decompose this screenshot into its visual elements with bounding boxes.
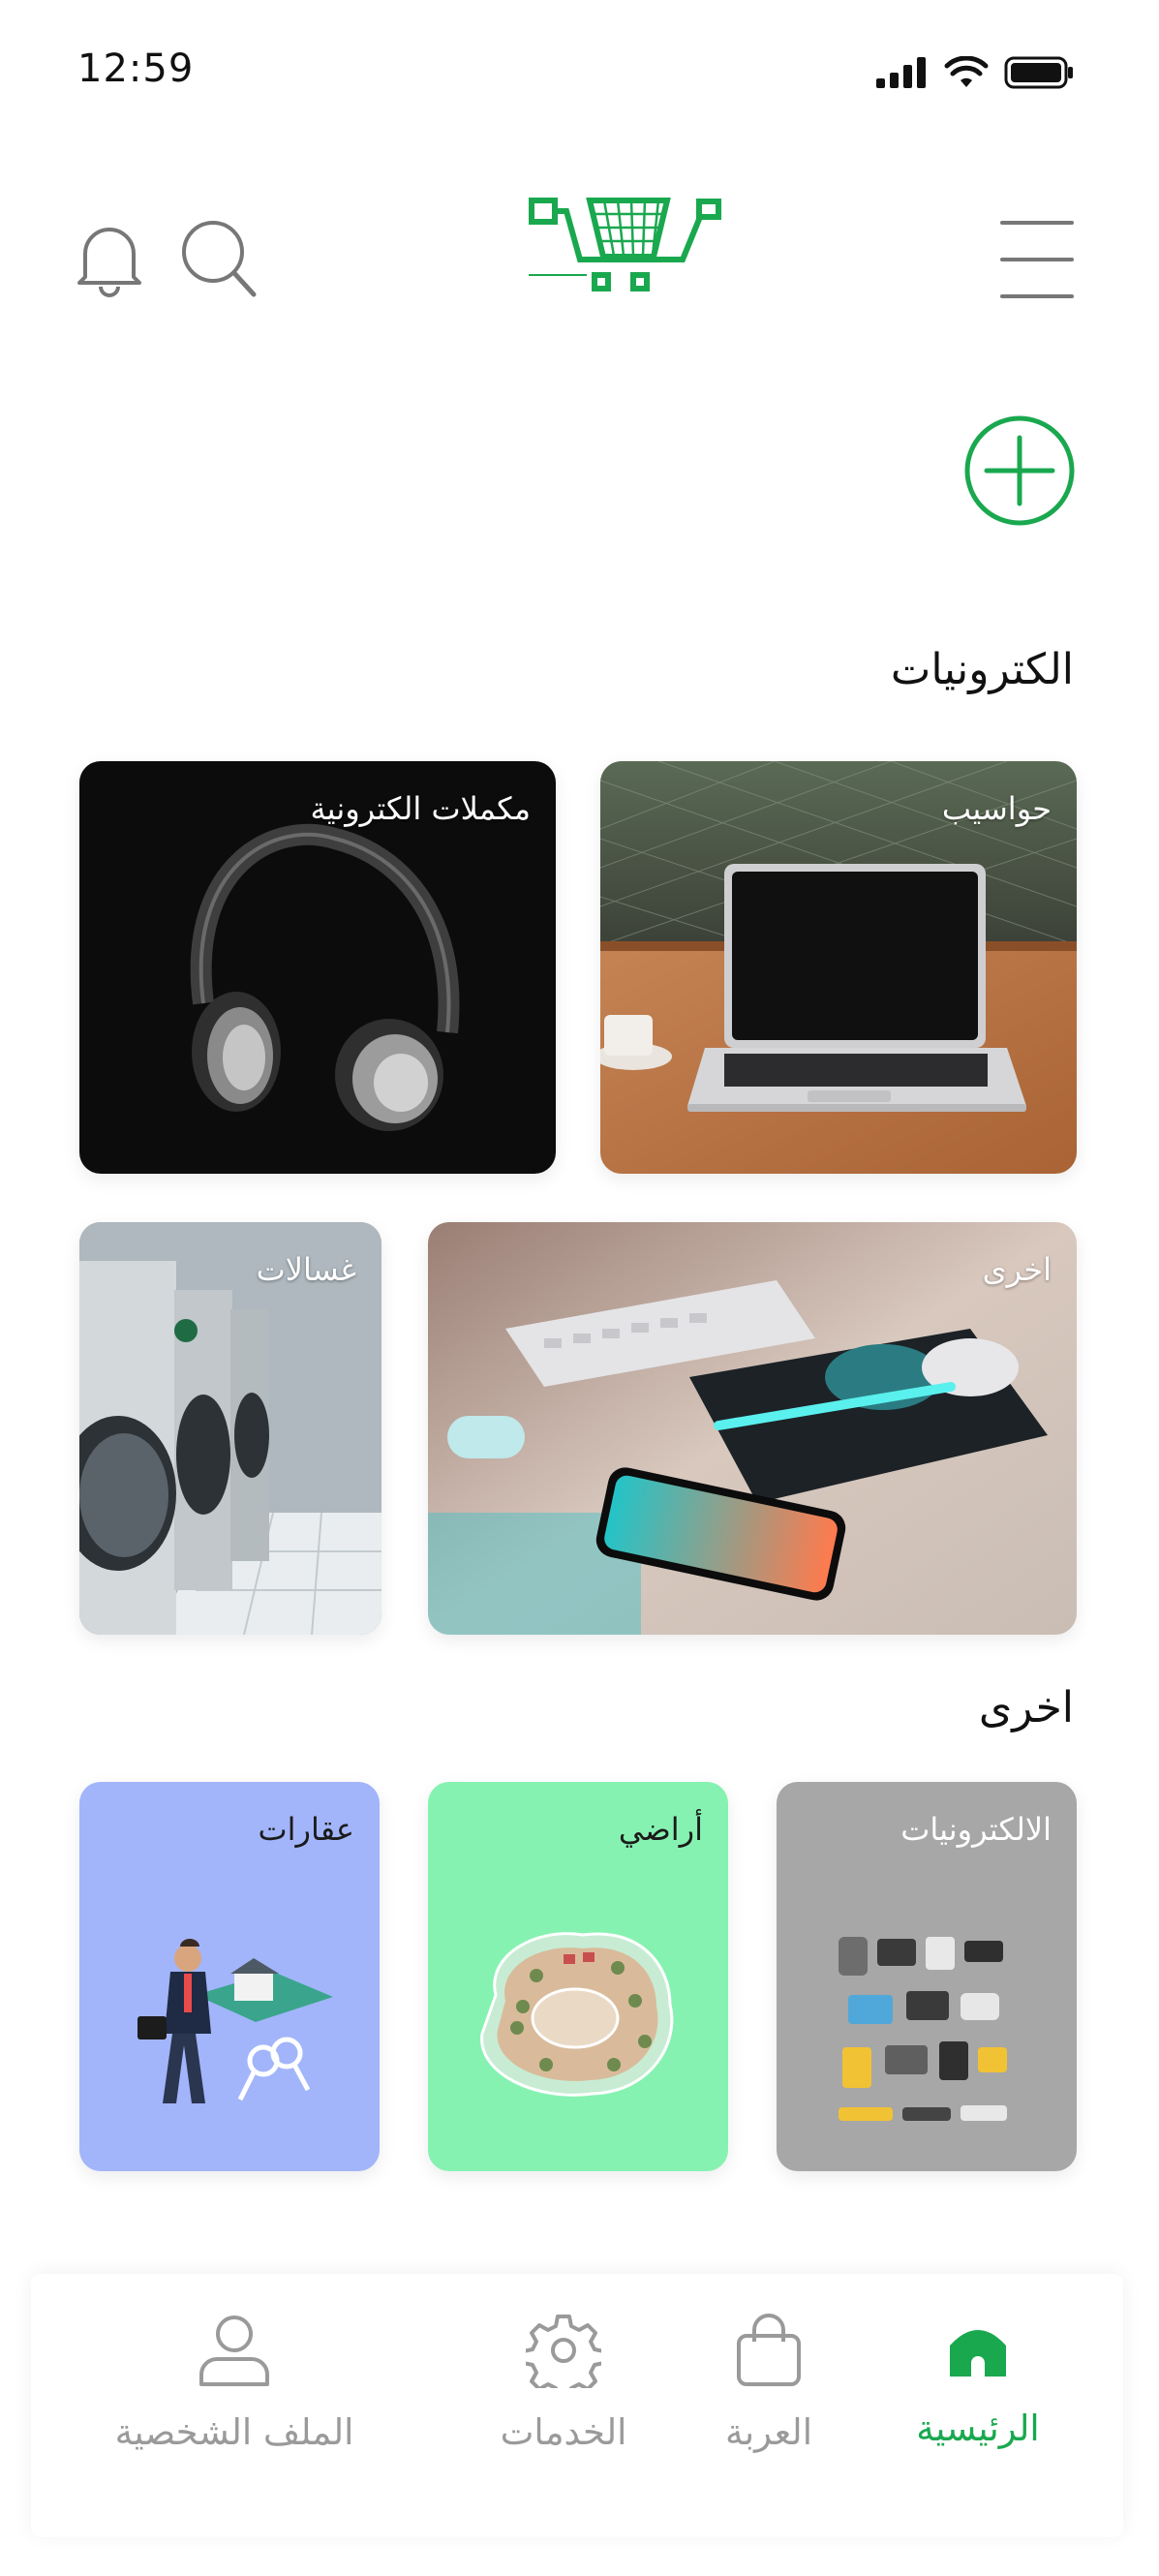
category-card-washers[interactable]: غسالات [79,1222,381,1635]
menu-button[interactable] [1000,221,1074,298]
card-label: عقارات [258,1811,355,1848]
shopping-bag-icon [737,2314,801,2386]
section-title-electronics: الكترونيات [890,645,1074,694]
card-label: حواسيب [941,790,1052,827]
nav-item-services[interactable]: الخدمات [438,2313,689,2453]
cart-logo-icon [529,198,721,291]
card-label: مكملات الكترونية [310,790,532,827]
nav-label-profile: الملف الشخصية [114,2411,354,2453]
nav-item-cart[interactable]: العربة [682,2313,856,2453]
status-icons [876,56,1074,89]
add-button[interactable] [963,414,1076,531]
user-icon [199,2315,269,2386]
card-label: الالكترونيات [900,1811,1052,1848]
plus-circle-icon [964,415,1075,526]
nav-label-cart: العربة [725,2411,812,2453]
notification-button[interactable] [76,219,143,304]
nav-item-home[interactable]: الرئيسية [891,2313,1065,2449]
signal-icon [876,57,926,88]
category-card-electronics[interactable]: الالكترونيات [777,1782,1077,2171]
card-label: أراضي [618,1811,703,1848]
category-card-computers[interactable]: حواسيب [600,761,1077,1174]
category-card-real-estate[interactable]: عقارات [79,1782,380,2171]
category-card-accessories[interactable]: مكملات الكترونية [79,761,556,1174]
app-logo [529,198,722,316]
search-icon [182,221,257,297]
category-card-other[interactable]: اخرى [428,1222,1077,1635]
wifi-icon [944,56,989,87]
search-button[interactable] [180,219,258,302]
card-label: غسالات [256,1251,356,1288]
bottom-navigation: الرئيسية العربة الخدمات الملف الشخصية [31,2274,1123,2537]
status-time: 12:59 [77,46,195,91]
nav-label-services: الخدمات [500,2411,627,2453]
desk-devices-photo [428,1222,1077,1635]
gear-icon [526,2315,601,2388]
bell-icon [77,228,141,297]
section-title-other: اخرى [978,1683,1074,1733]
category-card-lands[interactable]: أراضي [428,1782,728,2171]
nav-label-home: الرئيسية [916,2407,1040,2449]
battery-icon [1004,56,1073,89]
nav-item-profile[interactable]: الملف الشخصية [89,2313,380,2453]
card-label: اخرى [982,1251,1052,1288]
home-icon [950,2330,1006,2377]
